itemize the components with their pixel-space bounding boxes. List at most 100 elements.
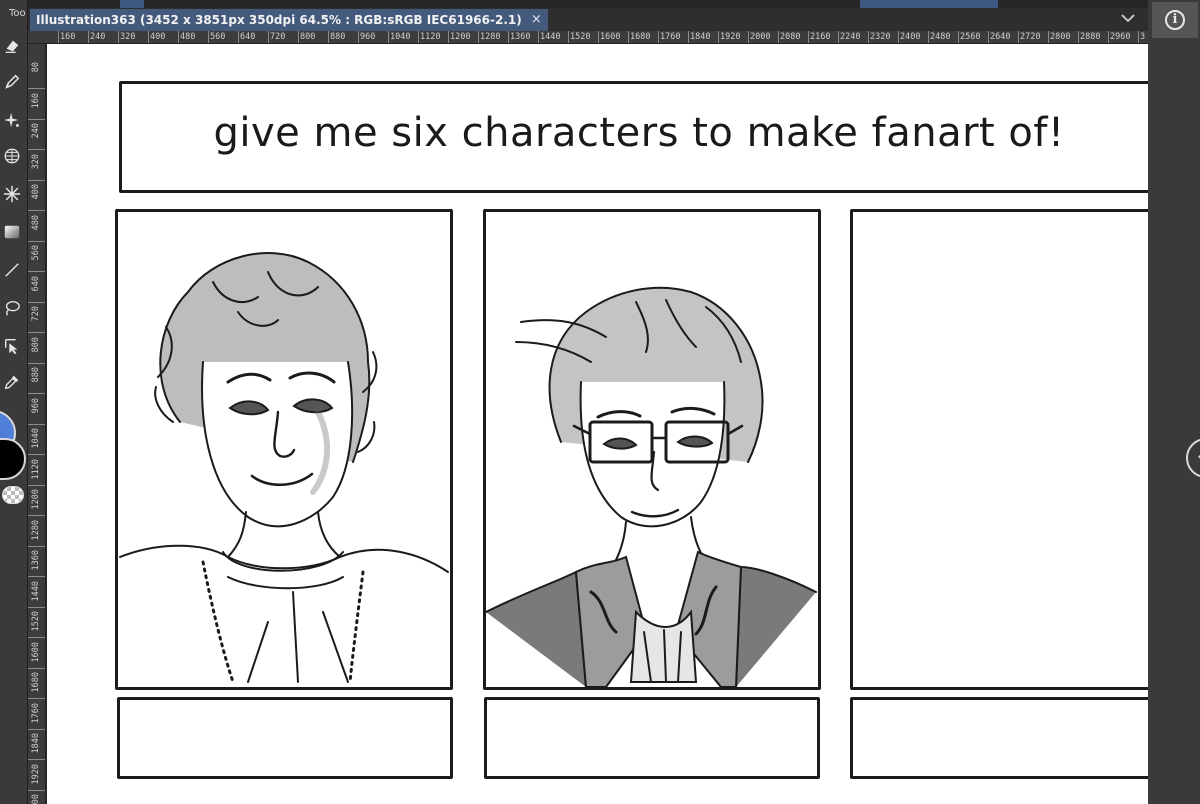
- ruler-label: 1680: [31, 672, 41, 693]
- chevron-down-icon[interactable]: [1120, 10, 1136, 26]
- ruler-label: 2240: [840, 32, 861, 42]
- ruler-label: 400: [150, 32, 166, 42]
- toolbar-button[interactable]: [860, 0, 998, 8]
- ruler-label: 2800: [1050, 32, 1071, 42]
- perspective-grid-icon[interactable]: [0, 144, 24, 168]
- close-icon[interactable]: ×: [531, 9, 542, 31]
- ruler-tick: [28, 240, 45, 242]
- ruler-label: 1040: [390, 32, 411, 42]
- ruler-label: 2480: [930, 32, 951, 42]
- ruler-tick: [28, 667, 45, 669]
- ruler-label: 960: [31, 397, 41, 413]
- gradient-icon[interactable]: [0, 220, 24, 244]
- caption-box-1: [117, 697, 453, 779]
- ruler-label: 720: [270, 32, 286, 42]
- ruler-label: 3: [1140, 32, 1146, 42]
- ruler-label: 1920: [31, 763, 41, 784]
- ruler-label: 1280: [480, 32, 501, 42]
- ruler-label: 480: [31, 214, 41, 230]
- ruler-tick: [28, 271, 45, 272]
- ruler-label: 480: [180, 32, 196, 42]
- caption-box-3: [850, 697, 1148, 779]
- ruler-tick: [28, 393, 45, 394]
- ruler-label: 1520: [31, 611, 41, 632]
- tool-panel: Too: [0, 0, 28, 804]
- ruler-label: 320: [31, 153, 41, 169]
- tool-panel-title: Too: [9, 8, 26, 19]
- ruler-tick: [28, 301, 45, 303]
- ruler-label: 1200: [31, 489, 41, 510]
- ruler-label: 1760: [31, 702, 41, 723]
- ruler-label: 560: [31, 245, 41, 261]
- ruler-label: 2160: [810, 32, 831, 42]
- ruler-tick: [28, 484, 45, 486]
- sub-color-swatch[interactable]: [0, 438, 26, 480]
- ruler-label: 880: [31, 367, 41, 383]
- ruler-tick: [28, 545, 45, 547]
- ruler-label: 1200: [450, 32, 471, 42]
- ruler-label: 2960: [1110, 32, 1131, 42]
- ruler-tick: [28, 515, 45, 516]
- right-side-panel: i ‹: [1148, 0, 1200, 804]
- ruler-label: 1840: [31, 733, 41, 754]
- ruler-tick: [28, 179, 45, 181]
- pen-icon[interactable]: [0, 70, 24, 94]
- panel-collapse-handle[interactable]: ‹: [1186, 438, 1200, 478]
- caption-box-2: [484, 697, 820, 779]
- info-icon: i: [1165, 10, 1185, 30]
- ruler-label: 1040: [31, 428, 41, 449]
- ruler-label: 720: [31, 306, 41, 322]
- transparent-color-swatch[interactable]: [2, 486, 24, 504]
- info-button[interactable]: i: [1152, 2, 1198, 38]
- ruler-tick: [28, 118, 45, 120]
- ruler-label: 400: [31, 184, 41, 200]
- toolbar-button[interactable]: [120, 0, 144, 8]
- document-tab-title: Illustration363 (3452 x 3851px 350dpi 64…: [36, 13, 522, 27]
- lasso-icon[interactable]: [0, 296, 24, 320]
- ruler-label: 2080: [780, 32, 801, 42]
- ruler-tick: [28, 362, 45, 364]
- page-title: give me six characters to make fanart of…: [213, 110, 1065, 156]
- ruler-tick: [28, 759, 45, 760]
- ruler-label: 800: [300, 32, 316, 42]
- ruler-label: 1680: [630, 32, 651, 42]
- ruler-label: 1280: [31, 519, 41, 540]
- ruler-label: 2640: [990, 32, 1011, 42]
- ruler-label: 2000: [750, 32, 771, 42]
- ruler-label: 1120: [31, 458, 41, 479]
- ruler-label: 640: [240, 32, 256, 42]
- ruler-label: 320: [120, 32, 136, 42]
- ruler-tick: [28, 576, 45, 577]
- horizontal-ruler: 160 240 320 400 480 560 640 720 800 880 960 1040 112…: [28, 31, 1148, 44]
- portrait-curly-hair-man: [119, 252, 449, 684]
- ruler-tick: [28, 332, 45, 333]
- document-tab-bar: Illustration363 (3452 x 3851px 350dpi 64…: [28, 0, 1148, 31]
- ruler-label: 1920: [720, 32, 741, 42]
- ruler-tick: [28, 728, 45, 730]
- ruler-label: 240: [90, 32, 106, 42]
- ruler-label: 1840: [690, 32, 711, 42]
- drawing-canvas[interactable]: give me six characters to make fanart of…: [47, 44, 1148, 804]
- portrait-glasses-man: [486, 286, 817, 687]
- portrait-panel-2: [483, 209, 821, 690]
- ruler-tick: [28, 149, 45, 150]
- line-icon[interactable]: [0, 258, 24, 282]
- ruler-tick: [28, 423, 45, 425]
- eyedropper-icon[interactable]: [0, 370, 24, 394]
- eraser-icon[interactable]: [0, 34, 24, 58]
- ruler-label: 560: [210, 32, 226, 42]
- sparkle-icon[interactable]: [0, 108, 24, 132]
- star-burst-icon[interactable]: [0, 182, 24, 206]
- ruler-label: 1440: [540, 32, 561, 42]
- ruler-tick: [28, 698, 45, 699]
- ruler-tick: [28, 789, 45, 791]
- ruler-label: 160: [60, 32, 76, 42]
- ruler-tick: [28, 606, 45, 608]
- ruler-label: 1600: [31, 641, 41, 662]
- object-select-icon[interactable]: [0, 334, 24, 358]
- ruler-label: 2720: [1020, 32, 1041, 42]
- ruler-label: 880: [330, 32, 346, 42]
- document-tab[interactable]: Illustration363 (3452 x 3851px 350dpi 64…: [30, 9, 548, 31]
- ruler-label: 1760: [660, 32, 681, 42]
- ruler-label: 1120: [420, 32, 441, 42]
